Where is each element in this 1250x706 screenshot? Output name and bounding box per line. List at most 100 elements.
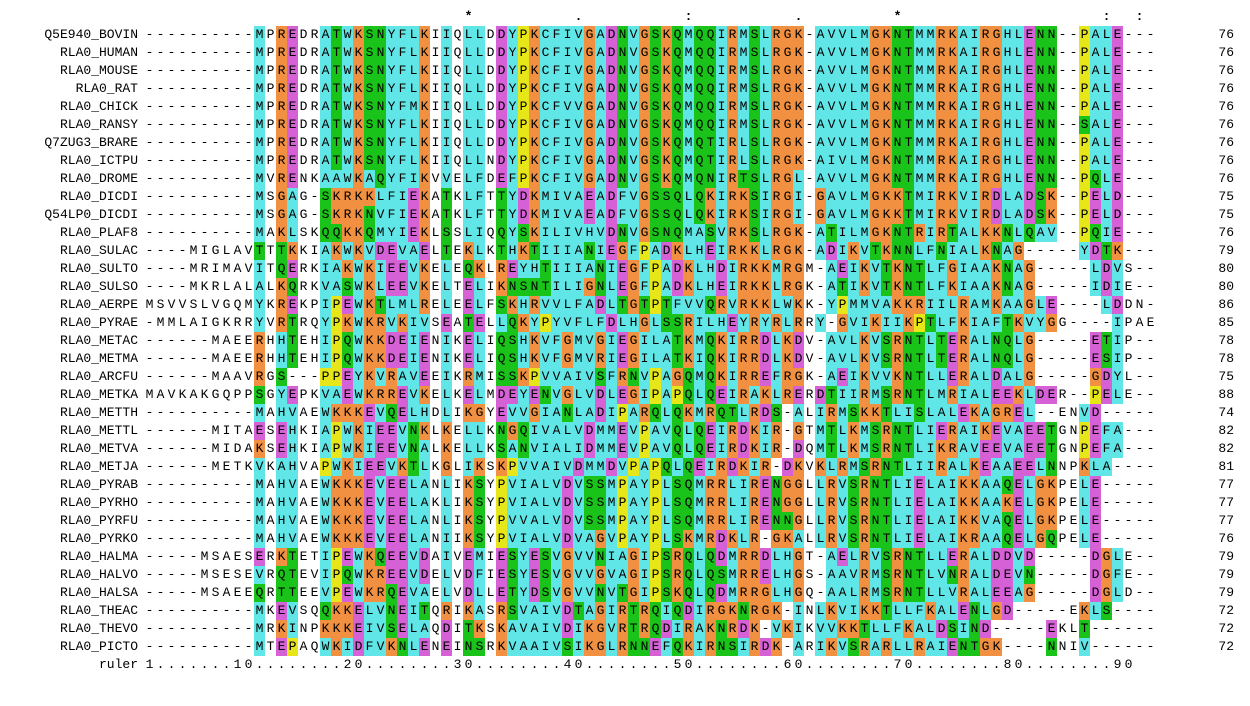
sequence-label: RLA0_PLAF8 [8,224,144,242]
sequence-label: RLA0_PYRAB [8,476,144,494]
sequence-label: RLA0_SULTO [8,260,144,278]
alignment-row: RLA0_PLAF8----------MAKLSKQQKKQMYIEKLSSL… [8,224,1242,242]
sequence: ------MAEERHHTEHIPQWKKDEIENIKELIQSHKVFGM… [144,332,1156,350]
sequence-label: RLA0_METTH [8,404,144,422]
alignment-row: RLA0_METMA------MAEERHHTEHIPQWKKDEIENIKE… [8,350,1242,368]
alignment-row: RLA0_METTL------MITAESEHKIAPWKIEEVNKLKEL… [8,422,1242,440]
sequence-label: RLA0_DICDI [8,188,144,206]
sequence: -----MSAEEQRTTEEVPEWKRQEVAELVDLLETYDSVGV… [144,584,1156,602]
residue-count: 82 [1156,422,1234,440]
residue-count: 77 [1156,512,1234,530]
sequence: ----------MAHVAEWKKKEVEELANLIKSYPVIALVDV… [144,476,1156,494]
sequence: ------MAEERHHTEHIPQWKKDEIENIKELIQSHKVFGM… [144,350,1156,368]
sequence: ----------MKEVSQQKKELVNEITQRIKASRSVAIVDT… [144,602,1156,620]
sequence: ----------MAHVAEWKKKEVEELAKLIKSYPVIALVDV… [144,494,1156,512]
sequence: ----------MVRENKAAWKAQYFIKVVELFDEFPKCFIV… [144,170,1156,188]
residue-count: 75 [1156,188,1234,206]
alignment-row: RLA0_METKAMAVKAKGQPPSGYEPKVAEWKRREVKELKE… [8,386,1242,404]
sequence-label: RLA0_METKA [8,386,144,404]
alignment-row: RLA0_DROME----------MVRENKAAWKAQYFIKVVEL… [8,170,1242,188]
alignment-row: RLA0_THEVO----------MRKINPKKKEIVSELAQDIT… [8,620,1242,638]
residue-count: 77 [1156,494,1234,512]
alignment-row: RLA0_SULSO----MKRLALALKQRKVASWKLEEVKELTE… [8,278,1242,296]
sequence: -MMLAIGKRRYVRTRQYPKWKRVKIVSEATELLQKYPYVF… [144,314,1156,332]
sequence: ----MIGLAVTTTKKIAKWKVDEVAELTEKLKTHKTIIIA… [144,242,1156,260]
alignment-row: RLA0_RAT----------MPREDRATWKSNYFLKIIQLLD… [8,80,1242,98]
residue-count: 78 [1156,350,1234,368]
residue-count: 80 [1156,260,1234,278]
sequence-label: RLA0_HALVO [8,566,144,584]
residue-count: 76 [1156,80,1234,98]
sequence: ----------MPREDRATWKSNYFLKIIQLLDDYPKCFIV… [144,62,1156,80]
residue-count: 75 [1156,206,1234,224]
sequence-label: Q7ZUG3_BRARE [8,134,144,152]
alignment-row: RLA0_METVA------MIDAKSEHKIAPWKIEEVNALKEL… [8,440,1242,458]
alignment-row: RLA0_PYRHO----------MAHVAEWKKKEVEELAKLIK… [8,494,1242,512]
sequence: ------MIDAKSEHKIAPWKIEEVNALKELLKSANVIALI… [144,440,1156,458]
residue-count: 76 [1156,62,1234,80]
residue-count: 76 [1156,98,1234,116]
residue-count: 76 [1156,152,1234,170]
sequence: ----------MAHVAEWKKKEVQELHDLIKGYEVVGIANL… [144,404,1156,422]
residue-count: 74 [1156,404,1234,422]
sequence: ----------MSGAG-SKRKKLFIEKATKLFTTYDKMIVA… [144,188,1156,206]
sequence-label: RLA0_AERPE [8,296,144,314]
alignment-row: RLA0_HUMAN----------MPREDRATWKSNYFLKIIQL… [8,44,1242,62]
alignment-row: RLA0_METTH----------MAHVAEWKKKEVQELHDLIK… [8,404,1242,422]
alignment-row: RLA0_PYRAB----------MAHVAEWKKKEVEELANLIK… [8,476,1242,494]
sequence: ----------MAHVAEWKKKEVEELANLIKSYPVVALVDV… [144,512,1156,530]
alignment-row: RLA0_HALSA-----MSAEEQRTTEEVPEWKRQEVAELVD… [8,584,1242,602]
sequence-label: RLA0_SULAC [8,242,144,260]
sequence: MAVKAKGQPPSGYEPKVAEWKRREVKELKELMDEYENVGL… [144,386,1156,404]
sequence-label: RLA0_METMA [8,350,144,368]
sequence-label: Q54LP0_DICDI [8,206,144,224]
residue-count: 81 [1156,458,1234,476]
sequence: ----------MAKLSKQQKKQMYIEKLSSLIQQYSKILIV… [144,224,1156,242]
alignment-row: RLA0_CHICK----------MPREDRATWKSNYFMKIIQL… [8,98,1242,116]
sequence: ----------MSGAG-SKRKNVFIEKATKLFTTYDKMIVA… [144,206,1156,224]
sequence: ----------MPREDRATWKSNYFLKIIQLLDDYPKCFIV… [144,134,1156,152]
alignment-row: RLA0_PYRKO----------MAHVAEWKKKEVEELANIIK… [8,530,1242,548]
residue-count: 79 [1156,242,1234,260]
sequence-label: RLA0_METVA [8,440,144,458]
sequence: ------MAAVRGS---PPEYKVRAVEEIKRMISSKPVVAI… [144,368,1156,386]
residue-count: 76 [1156,170,1234,188]
residue-count: 76 [1156,224,1234,242]
residue-count: 76 [1156,530,1234,548]
alignment-row: Q5E940_BOVIN----------MPREDRATWKSNYFLKII… [8,26,1242,44]
alignment-row: RLA0_DICDI----------MSGAG-SKRKKLFIEKATKL… [8,188,1242,206]
alignment-row: RLA0_RANSY----------MPREDRATWKSNYFLKIIQL… [8,116,1242,134]
residue-count: 75 [1156,368,1234,386]
alignment-row: RLA0_SULTO----MRIMAVITQERKIAKWKIEEVKELEQ… [8,260,1242,278]
sequence-label: RLA0_PYRAE [8,314,144,332]
sequence-label: Q5E940_BOVIN [8,26,144,44]
sequence-label: RLA0_SULSO [8,278,144,296]
residue-count: 72 [1156,620,1234,638]
residue-count: 88 [1156,386,1234,404]
sequence: -----MSAESERKTETIPEWKQEEVDAIVEMIESYESVGV… [144,548,1156,566]
sequence-label: RLA0_HALMA [8,548,144,566]
residue-count: 79 [1156,566,1234,584]
sequence: -----MSESEVRQTEVIPQWKREEVDELVDFIESYESVGV… [144,566,1156,584]
alignment-row: RLA0_SULAC----MIGLAVTTTKKIAKWKVDEVAELTEK… [8,242,1242,260]
residue-count: 79 [1156,548,1234,566]
residue-count: 72 [1156,602,1234,620]
sequence-label: RLA0_PYRFU [8,512,144,530]
sequence-label: RLA0_METAC [8,332,144,350]
alignment-row: RLA0_PYRAE-MMLAIGKRRYVRTRQYPKWKRVKIVSEAT… [8,314,1242,332]
sequence-label: RLA0_ARCFU [8,368,144,386]
alignment-row: RLA0_METJA------METKVKAHVAPWKIEEVKTLKGLI… [8,458,1242,476]
alignment-row: RLA0_ICTPU----------MPREDRATWKSNYFLKIIQL… [8,152,1242,170]
alignment-row: Q7ZUG3_BRARE----------MPREDRATWKSNYFLKII… [8,134,1242,152]
sequence-label: RLA0_MOUSE [8,62,144,80]
alignment-row: RLA0_MOUSE----------MPREDRATWKSNYFLKIIQL… [8,62,1242,80]
sequence-label: RLA0_PYRHO [8,494,144,512]
residue-count: 78 [1156,332,1234,350]
sequence-label: RLA0_PYRKO [8,530,144,548]
sequence-label: RLA0_RANSY [8,116,144,134]
residue-count: 76 [1156,44,1234,62]
sequence: ------MITAESEHKIAPWKIEEVNKLKELLKNGQIVALV… [144,422,1156,440]
sequence: ----------MPREDRATWKSNYFLKIIQLLDDYPKCFIV… [144,116,1156,134]
residue-count: 77 [1156,476,1234,494]
sequence: ----------MPREDRATWKSNYFLKIIQLLNDYPKCFIV… [144,152,1156,170]
